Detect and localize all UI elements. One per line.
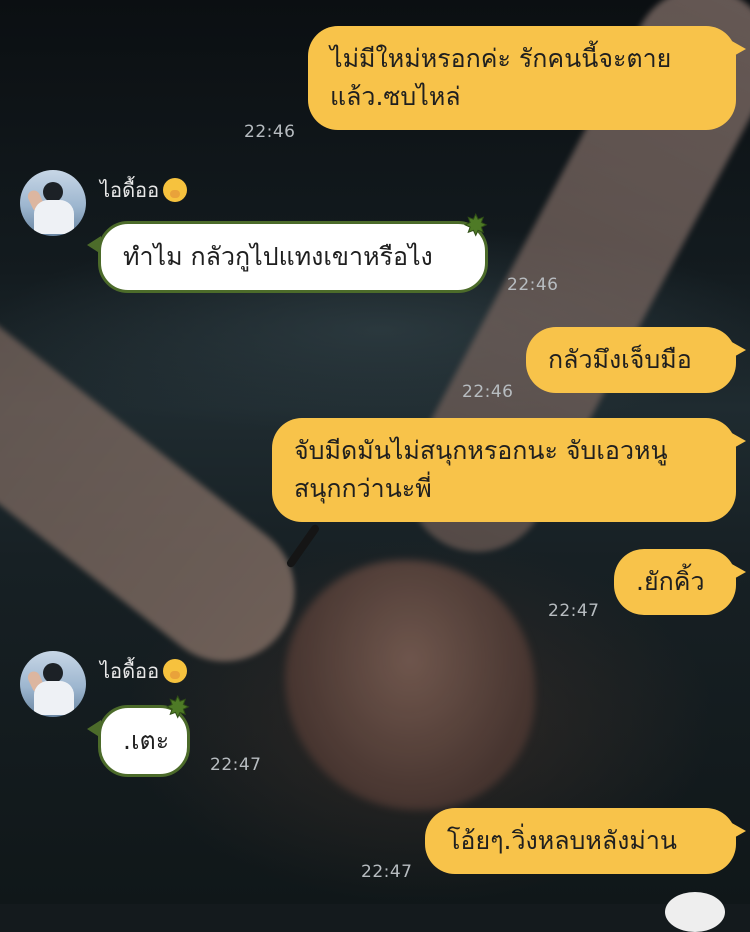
message-timestamp: 22:46 (507, 275, 559, 295)
contact-avatar[interactable] (20, 170, 86, 236)
message-text: โอ้ยๆ.วิ่งหลบหลังม่าน (447, 826, 677, 855)
message-text-line: ไม่มีใหม่หรอกค่ะ รักคนนี้จะตาย (330, 44, 672, 73)
message-text: .ยักคิ้ว (636, 567, 705, 596)
message-text-line: แล้ว.ซบไหล่ (330, 82, 461, 111)
message-bubble-outgoing[interactable]: โอ้ยๆ.วิ่งหลบหลังม่าน (425, 808, 746, 874)
message-timestamp: 22:47 (210, 755, 262, 775)
contact-avatar[interactable] (20, 651, 86, 717)
background-hands (285, 560, 535, 810)
message-text: ทำไม กลัวกูไปแทงเขาหรือไง (123, 242, 433, 271)
message-text: .เตะ (123, 726, 170, 755)
message-text-line: สนุกกว่านะพี่ (294, 474, 432, 503)
contact-name: ไอดื้ออ (100, 174, 188, 206)
star-icon: ✸ (463, 209, 488, 242)
message-text-line: จับมีดมันไม่สนุกหรอกนะ จับเอวหนู (294, 436, 668, 465)
message-timestamp: 22:46 (244, 122, 296, 142)
shushing-face-emoji-icon (163, 659, 188, 683)
message-bubble-outgoing[interactable]: .ยักคิ้ว (614, 549, 746, 615)
message-text: กลัวมึงเจ็บมือ (548, 345, 692, 374)
contact-name-text: ไอดื้ออ (100, 659, 160, 683)
shushing-face-emoji-icon (163, 178, 188, 202)
star-icon: ✸ (165, 691, 190, 724)
background-bracelet (285, 523, 321, 569)
partial-button[interactable] (665, 892, 725, 932)
message-bubble-outgoing[interactable]: ไม่มีใหม่หรอกค่ะ รักคนนี้จะตาย แล้ว.ซบไห… (308, 26, 746, 130)
message-bubble-incoming[interactable]: ทำไม กลัวกูไปแทงเขาหรือไง (87, 221, 488, 293)
contact-name-text: ไอดื้ออ (100, 178, 160, 202)
message-timestamp: 22:47 (361, 862, 413, 882)
message-timestamp: 22:46 (462, 382, 514, 402)
message-bubble-outgoing[interactable]: จับมีดมันไม่สนุกหรอกนะ จับเอวหนู สนุกกว่… (272, 418, 746, 522)
contact-name: ไอดื้ออ (100, 655, 188, 687)
message-bubble-outgoing[interactable]: กลัวมึงเจ็บมือ (526, 327, 746, 393)
message-timestamp: 22:47 (548, 601, 600, 621)
